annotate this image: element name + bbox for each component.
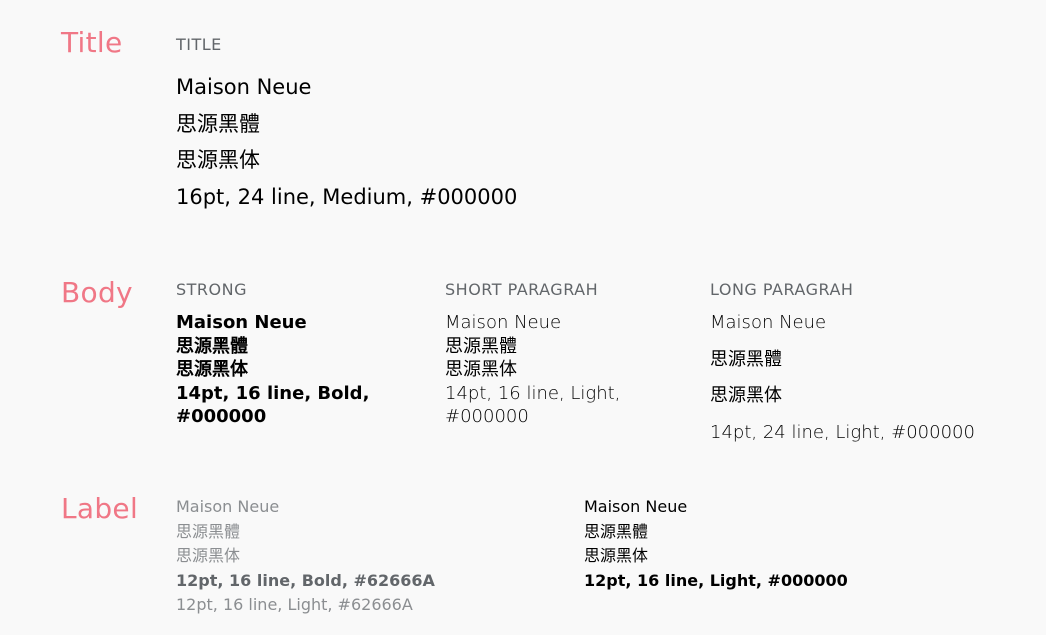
typography-spec-page: { "title_section": { "label": "Title", "… [0,0,1046,635]
strong-spec-color: #000000 [176,406,267,427]
short-paragraph-spec-color: #000000 [445,406,529,427]
title-font-traditional: 思源黑體 [176,111,260,136]
long-paragraph-font-latin: Maison Neue [710,312,827,333]
label-grey-font-simplified: 思源黑体 [176,546,241,565]
short-paragraph-spec-text: 14pt, 16 line, Light, [445,382,621,404]
strong-font-simplified: 思源黑体 [176,359,248,380]
short-paragraph-font-simplified: 思源黑体 [445,359,517,380]
strong-font-latin: Maison Neue [176,312,307,333]
long-paragraph-spec-text: 14pt, 24 line, Light, #000000 [710,421,975,443]
strong-spec-text: 14pt, 16 line, Bold, [176,382,370,404]
label-grey-block: Maison Neue 思源黑體 思源黑体 12pt, 16 line, Bol… [176,495,435,618]
long-paragraph-font-simplified: 思源黑体 [710,385,782,406]
label-grey-font-latin: Maison Neue [176,497,280,516]
label-black-font-traditional: 思源黑體 [584,521,649,541]
strong-heading: STRONG [176,280,248,299]
section-label-label: Label [61,492,139,525]
section-label-body: Body [61,276,133,309]
title-font-latin: Maison Neue [176,75,312,99]
section-label-title: Title [61,26,123,59]
label-grey-spec-bold: 12pt, 16 line, Bold, #62666A [176,570,435,590]
label-grey-font-traditional: 思源黑體 [176,521,241,541]
short-paragraph-font-latin: Maison Neue [445,312,562,333]
long-paragraph-heading: LONG PARAGRAH [710,280,854,299]
title-spec-block: TITLE Maison Neue 思源黑體 思源黑体 16pt, 24 lin… [176,35,517,215]
label-black-font-latin: Maison Neue [584,497,688,516]
short-paragraph-heading: SHORT PARAGRAH [445,280,599,299]
title-font-simplified: 思源黑体 [176,148,260,172]
label-black-font-simplified: 思源黑体 [584,546,649,565]
strong-font-traditional: 思源黑體 [176,335,248,357]
long-paragraph-font-traditional: 思源黑體 [710,348,782,370]
body-short-paragraph-block: SHORT PARAGRAH Maison Neue 思源黑體 思源黑体 14p… [445,280,620,429]
title-heading: TITLE [176,35,222,54]
short-paragraph-font-traditional: 思源黑體 [445,335,517,357]
title-spec-text: 16pt, 24 line, Medium, #000000 [176,184,518,209]
body-long-paragraph-block: LONG PARAGRAH Maison Neue 思源黑體 思源黑体 14pt… [710,280,975,451]
label-black-spec-light: 12pt, 16 line, Light, #000000 [584,570,848,590]
label-grey-spec-light: 12pt, 16 line, Light, #62666A [176,595,413,614]
body-strong-block: STRONG Maison Neue 思源黑體 思源黑体 14pt, 16 li… [176,280,369,429]
label-black-block: Maison Neue 思源黑體 思源黑体 12pt, 16 line, Lig… [584,495,848,593]
